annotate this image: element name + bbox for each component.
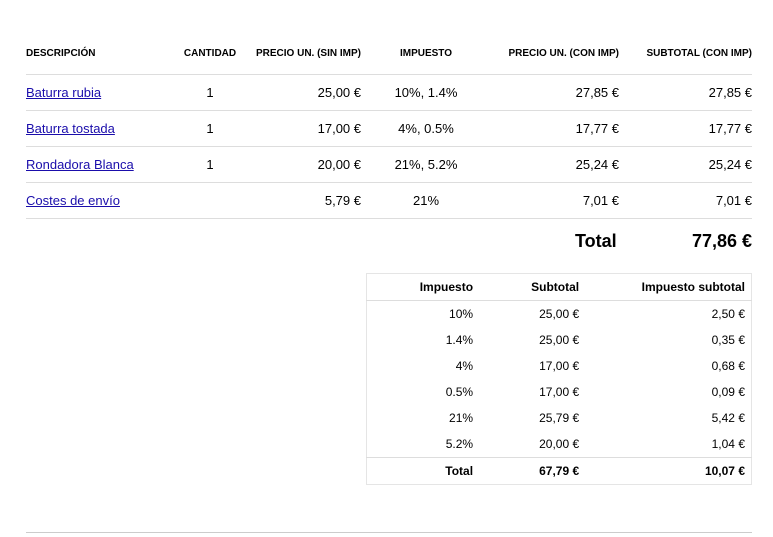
- subtotal-cell: 7,01 €: [619, 182, 752, 219]
- header-cantidad: CANTIDAD: [176, 34, 244, 75]
- order-total: Total 77,86 €: [26, 231, 752, 253]
- quantity-cell: [176, 182, 244, 219]
- shipping-link[interactable]: Costes de envío: [26, 193, 120, 208]
- tax-cell: 10%, 1.4%: [361, 74, 491, 111]
- header-descripcion: DESCRIPCIÓN: [26, 34, 176, 75]
- tax-cell: 21%, 5.2%: [361, 146, 491, 183]
- price-with-tax-cell: 7,01 €: [491, 182, 619, 219]
- subtotal-cell: 27,85 €: [619, 74, 752, 111]
- tax-cell: 4%, 0.5%: [361, 110, 491, 147]
- tax-base-cell: 25,00 €: [539, 333, 580, 347]
- tax-total-base: 67,79 €: [479, 457, 586, 485]
- table-row: Baturra rubia 1 25,00 € 10%, 1.4% 27,85 …: [26, 74, 752, 111]
- quantity-cell: 1: [176, 74, 244, 111]
- header-precio-con-imp: PRECIO UN. (CON IMP): [491, 34, 619, 75]
- header-impuesto: IMPUESTO: [361, 34, 491, 75]
- tax-base-cell: 17,00 €: [539, 359, 580, 373]
- tax-amount-cell: 5,42 €: [711, 411, 745, 425]
- product-link[interactable]: Baturra rubia: [26, 85, 101, 100]
- subtotal-cell: 17,77 €: [619, 110, 752, 147]
- price-without-tax-cell: 5,79 €: [244, 182, 361, 219]
- header-subtotal: Subtotal: [479, 273, 586, 301]
- subtotal-cell: 25,24 €: [619, 146, 752, 183]
- tax-total-amount: 10,07 €: [585, 457, 752, 485]
- table-row: Costes de envío 5,79 € 21% 7,01 € 7,01 €: [26, 182, 752, 219]
- tax-total-label: Total: [366, 457, 480, 485]
- tax-rate-cell: 0.5%: [445, 385, 474, 399]
- tax-header-row: Impuesto Subtotal Impuesto subtotal: [366, 273, 752, 301]
- header-impuesto-subtotal: Impuesto subtotal: [585, 273, 752, 301]
- tax-base-cell: 20,00 €: [539, 437, 580, 451]
- table-row: 10% 25,00 € 2,50 €: [367, 301, 752, 328]
- tax-amount-cell: 1,04 €: [711, 437, 745, 451]
- tax-rate-cell: 4%: [455, 359, 474, 373]
- table-row: 4% 17,00 € 0,68 €: [367, 353, 752, 379]
- tax-cell: 21%: [361, 182, 491, 219]
- tax-breakdown-table: Impuesto Subtotal Impuesto subtotal 10% …: [366, 273, 752, 485]
- price-without-tax-cell: 20,00 €: [244, 146, 361, 183]
- tax-amount-cell: 0,35 €: [711, 333, 745, 347]
- price-without-tax-cell: 25,00 €: [244, 74, 361, 111]
- table-row: 5.2% 20,00 € 1,04 €: [367, 431, 752, 458]
- tax-base-cell: 25,00 €: [539, 307, 580, 321]
- items-header-row: DESCRIPCIÓN CANTIDAD PRECIO UN. (SIN IMP…: [26, 34, 752, 75]
- quantity-cell: 1: [176, 146, 244, 183]
- product-link[interactable]: Baturra tostada: [26, 121, 115, 136]
- tax-amount-cell: 0,09 €: [711, 385, 745, 399]
- total-label: Total: [575, 231, 617, 251]
- tax-base-cell: 25,79 €: [539, 411, 580, 425]
- table-row: 1.4% 25,00 € 0,35 €: [367, 327, 752, 353]
- product-link[interactable]: Rondadora Blanca: [26, 157, 134, 172]
- table-row: Rondadora Blanca 1 20,00 € 21%, 5.2% 25,…: [26, 146, 752, 183]
- tax-rate-cell: 1.4%: [445, 333, 474, 347]
- tax-rate-cell: 10%: [449, 307, 474, 321]
- table-row: 0.5% 17,00 € 0,09 €: [367, 379, 752, 405]
- tax-rate-cell: 5.2%: [445, 437, 474, 451]
- price-with-tax-cell: 27,85 €: [491, 74, 619, 111]
- tax-rate-cell: 21%: [449, 411, 474, 425]
- total-value: 77,86 €: [691, 231, 752, 251]
- footer-divider: [26, 532, 752, 533]
- items-table: DESCRIPCIÓN CANTIDAD PRECIO UN. (SIN IMP…: [26, 34, 752, 219]
- table-row: 21% 25,79 € 5,42 €: [367, 405, 752, 431]
- quantity-cell: 1: [176, 110, 244, 147]
- price-with-tax-cell: 25,24 €: [491, 146, 619, 183]
- tax-base-cell: 17,00 €: [539, 385, 580, 399]
- header-precio-sin-imp: PRECIO UN. (SIN IMP): [244, 34, 361, 75]
- tax-amount-cell: 2,50 €: [711, 307, 745, 321]
- price-with-tax-cell: 17,77 €: [491, 110, 619, 147]
- header-subtotal-con-imp: SUBTOTAL (CON IMP): [619, 34, 752, 75]
- tax-amount-cell: 0,68 €: [711, 359, 745, 373]
- price-without-tax-cell: 17,00 €: [244, 110, 361, 147]
- header-impuesto: Impuesto: [366, 273, 480, 301]
- tax-total-row: Total 67,79 € 10,07 €: [366, 457, 752, 485]
- table-row: Baturra tostada 1 17,00 € 4%, 0.5% 17,77…: [26, 110, 752, 147]
